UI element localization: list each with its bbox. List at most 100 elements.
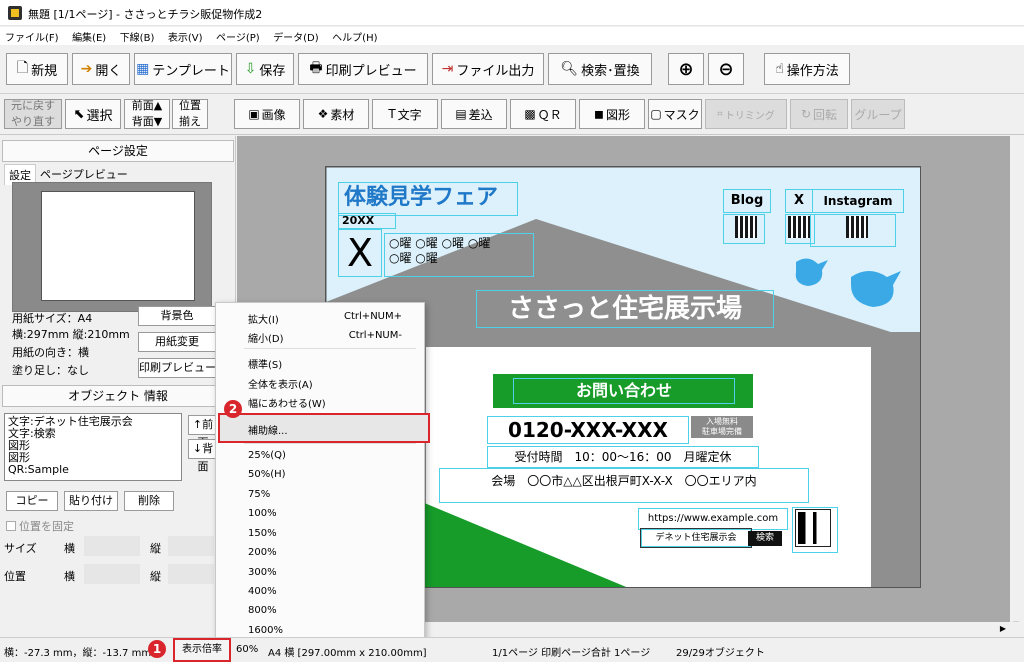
days-text[interactable]: ○曜 ○曜 ○曜 ○曜 ○曜 ○曜 <box>384 233 534 277</box>
house-wall-right <box>871 332 920 587</box>
menu-item-zoom-150[interactable]: 150% <box>248 528 277 539</box>
menu-file[interactable]: ファイル(F) <box>0 27 64 44</box>
change-paper-button[interactable]: 用紙変更 <box>138 332 216 352</box>
pos-y-field[interactable] <box>168 564 214 584</box>
size-height-field[interactable] <box>168 536 214 556</box>
size-height-label: 縦 <box>150 542 161 555</box>
send-back-button[interactable]: 背面▼ <box>132 115 162 129</box>
open-button[interactable]: ➔ 開く <box>72 53 130 85</box>
month-text[interactable]: X <box>338 229 382 277</box>
page-settings-header[interactable]: ページ設定 <box>2 140 234 162</box>
blog-label[interactable]: Blog <box>723 189 771 213</box>
menu-item-show-all[interactable]: 全体を表示(A) <box>248 376 313 391</box>
bring-front-button[interactable]: 前面▲ <box>132 99 162 113</box>
menu-data[interactable]: データ(D) <box>268 27 324 44</box>
menu-item-guide-lines[interactable]: 補助線... <box>248 422 288 437</box>
menu-item-zoom-1600[interactable]: 1600% <box>248 625 283 636</box>
search-box-text[interactable]: デネット住宅展示会 <box>640 528 752 548</box>
object-list[interactable]: 文字:デネット住宅展示会 文字:検索 図形 図形 QR:Sample <box>4 413 182 481</box>
title-box[interactable]: 体験見学フェア <box>338 182 518 216</box>
menu-view[interactable]: 表示(V) <box>163 27 208 44</box>
select-button[interactable]: ⬉ 選択 <box>65 99 121 129</box>
url-text[interactable]: https://www.example.com <box>638 508 788 530</box>
delete-button[interactable]: 削除 <box>124 491 174 511</box>
crop-icon: ⌗ <box>717 108 723 120</box>
size-width-label: 横 <box>64 542 75 555</box>
bg-color-button[interactable]: 背景色 <box>138 306 216 326</box>
menu-edit[interactable]: 編集(E) <box>67 27 111 44</box>
image-button[interactable]: ▣ 画像 <box>234 99 300 129</box>
menu-item-zoom-out[interactable]: 縮小(D) <box>248 330 284 345</box>
menu-item-zoom-25[interactable]: 25%(Q) <box>248 450 286 461</box>
search-replace-button[interactable]: 🔍︎ 検索･置換 <box>548 53 652 85</box>
size-width-field[interactable] <box>84 536 140 556</box>
copy-button[interactable]: コピー <box>6 491 58 511</box>
menu-page[interactable]: ページ(P) <box>211 27 265 44</box>
howto-button[interactable]: ☝ 操作方法 <box>764 53 850 85</box>
lock-position-checkbox[interactable]: 位置を固定 <box>6 518 74 534</box>
zoom-in-icon: ⊕ <box>678 58 694 80</box>
file-output-button[interactable]: ⇥ ファイル出力 <box>432 53 544 85</box>
menu-item-zoom-50[interactable]: 50%(H) <box>248 469 286 480</box>
menu-item-zoom-100[interactable]: 100% <box>248 508 277 519</box>
free-badge: 入場無料 駐車場完備 <box>691 416 753 438</box>
front-button[interactable]: ↑前面 <box>188 415 218 449</box>
material-button[interactable]: ❖ 素材 <box>303 99 369 129</box>
new-button[interactable]: 🗋 新規 <box>6 53 68 85</box>
main-toolbar: 🗋 新規 ➔ 開く ▦ テンプレート ⇩ 保存 🖶 印刷プレビュー ⇥ ファイル出力 🔍︎ 検… <box>0 46 1024 94</box>
address-text[interactable]: 会場 〇〇市△△区出根戸町X-X-X 〇〇エリア内 <box>439 468 809 503</box>
align-button[interactable]: 位置 揃え <box>172 99 208 129</box>
print-preview-small-button[interactable]: 印刷プレビュー <box>138 358 216 378</box>
template-button[interactable]: ▦ テンプレート <box>134 53 232 85</box>
menu-item-zoom-400[interactable]: 400% <box>248 586 277 597</box>
vertical-scrollbar[interactable]: ▼ <box>1010 136 1024 636</box>
list-item[interactable]: 文字:検索 <box>8 428 178 440</box>
zoom-value: 60% <box>236 644 259 655</box>
list-item[interactable]: 図形 <box>8 440 178 452</box>
phone-number[interactable]: 0120-XXX-XXX <box>487 416 689 444</box>
contact-text[interactable]: お問い合わせ <box>513 378 735 404</box>
mask-button[interactable]: ▢ マスク <box>648 99 702 129</box>
menu-help[interactable]: ヘルプ(H) <box>327 27 382 44</box>
menu-underline[interactable]: 下線(B) <box>115 27 160 44</box>
group-button[interactable]: グループ <box>851 99 905 129</box>
undo-button[interactable]: 元に戻す <box>11 99 55 113</box>
menu-item-zoom-800[interactable]: 800% <box>248 605 277 616</box>
merge-button[interactable]: ▤ 差込 <box>441 99 507 129</box>
menu-item-zoom-300[interactable]: 300% <box>248 567 277 578</box>
menu-item-zoom-75[interactable]: 75% <box>248 489 270 500</box>
status-bar: 横：-27.3 mm，縦：-13.7 mm 1 表示倍率 60% A4 横 [2… <box>0 637 1024 662</box>
menu-item-standard[interactable]: 標準(S) <box>248 356 282 371</box>
object-info-header[interactable]: オブジェクト 情報 <box>2 385 234 407</box>
zoom-out-button[interactable]: ⊖ <box>708 53 744 85</box>
list-item[interactable]: QR:Sample <box>8 464 178 476</box>
text-button[interactable]: T 文字 <box>372 99 438 129</box>
paste-button[interactable]: 貼り付け <box>64 491 118 511</box>
zoom-ratio-button[interactable]: 表示倍率 <box>173 638 231 662</box>
save-button[interactable]: ⇩ 保存 <box>236 53 294 85</box>
rotate-button[interactable]: ↻ 回転 <box>790 99 848 129</box>
shape-button[interactable]: ◼ 図形 <box>579 99 645 129</box>
venue-name[interactable]: ささっと住宅展示場 <box>476 290 774 328</box>
shortcut-zoom-in: Ctrl+NUM+ <box>344 311 402 322</box>
redo-button[interactable]: やり直す <box>11 115 55 129</box>
hours-text[interactable]: 受付時間 10：00～16：00 月曜定休 <box>487 446 759 468</box>
size-label: サイズ <box>4 542 37 555</box>
menu-item-zoom-in[interactable]: 拡大(I) <box>248 311 279 326</box>
zoom-in-button[interactable]: ⊕ <box>668 53 704 85</box>
instagram-label[interactable]: Instagram <box>812 189 904 213</box>
instagram-qr-box[interactable] <box>810 214 896 247</box>
year-text[interactable]: 20XX <box>338 213 396 229</box>
menu-item-zoom-200[interactable]: 200% <box>248 547 277 558</box>
back-button[interactable]: ↓背面 <box>188 439 218 473</box>
print-preview-button[interactable]: 🖶 印刷プレビュー <box>298 53 428 85</box>
menu-item-fit-width[interactable]: 幅にあわせる(W) <box>248 395 326 410</box>
blog-qr-box[interactable] <box>723 214 765 244</box>
material-icon: ❖ <box>317 107 329 121</box>
trim-button[interactable]: ⌗ トリミング <box>705 99 787 129</box>
pos-x-field[interactable] <box>84 564 140 584</box>
window-title: 無題 [1/1ページ] - ささっとチラシ販促物作成2 <box>28 8 263 21</box>
x-label[interactable]: X <box>785 189 813 213</box>
qr-button[interactable]: ▩ ＱＲ <box>510 99 576 129</box>
url-qr-box[interactable] <box>792 507 838 553</box>
